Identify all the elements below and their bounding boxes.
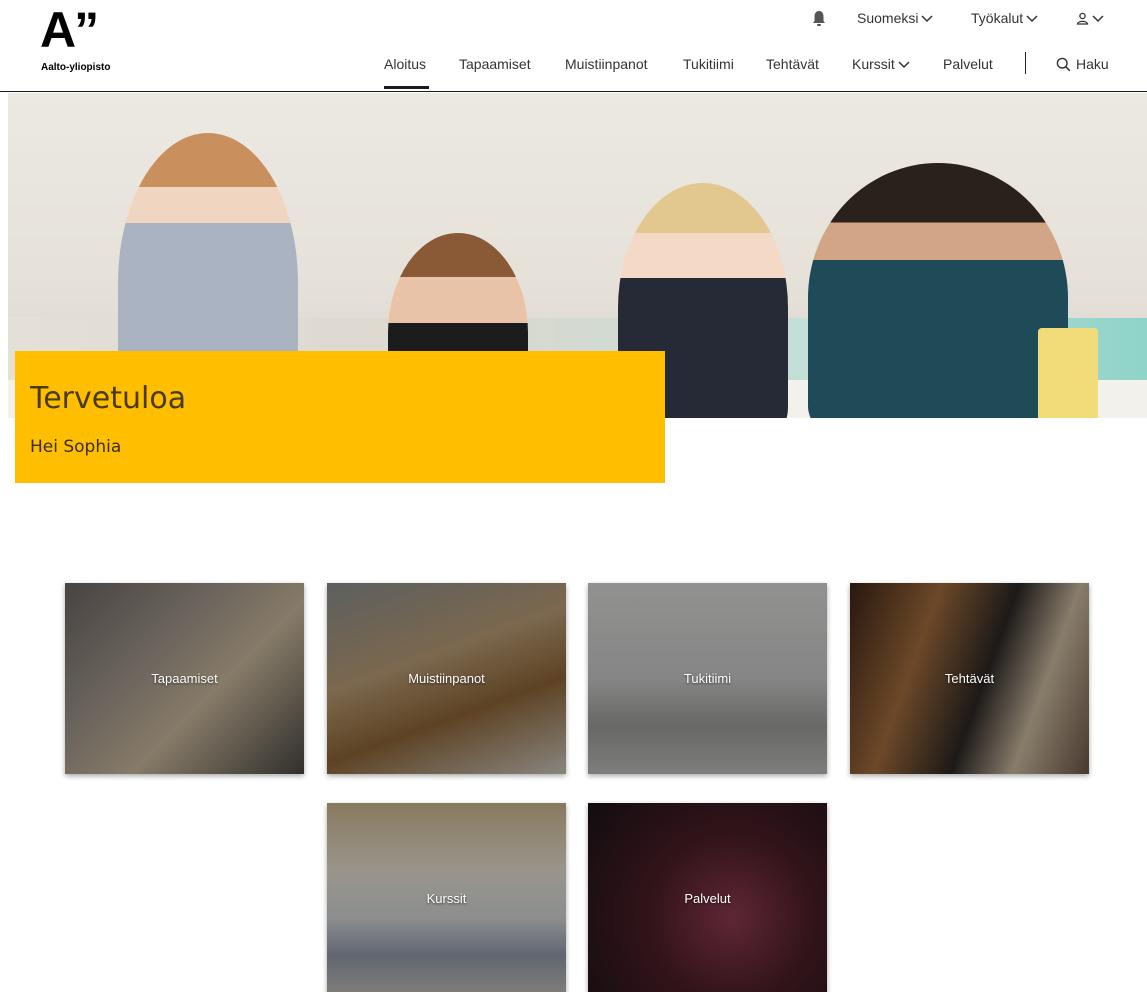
nav-label: Muistiinpanot bbox=[565, 56, 648, 72]
user-icon bbox=[1076, 12, 1089, 25]
tile-tehtavat[interactable]: Tehtävät bbox=[850, 583, 1089, 774]
nav-palvelut[interactable]: Palvelut bbox=[943, 54, 993, 74]
tile-label: Tapaamiset bbox=[151, 671, 218, 686]
chevron-down-icon bbox=[898, 61, 910, 69]
nav-label: Kurssit bbox=[852, 56, 895, 72]
welcome-title: Tervetuloa bbox=[30, 381, 187, 416]
tile-tapaamiset[interactable]: Tapaamiset bbox=[65, 583, 304, 774]
search-label: Haku bbox=[1076, 56, 1109, 72]
tile-tukitiimi[interactable]: Tukitiimi bbox=[588, 583, 827, 774]
user-menu[interactable] bbox=[1076, 8, 1104, 28]
tile-palvelut[interactable]: Palvelut bbox=[588, 803, 827, 992]
notifications-button[interactable] bbox=[810, 8, 830, 28]
nav-kurssit[interactable]: Kurssit bbox=[852, 54, 910, 74]
search-icon bbox=[1056, 57, 1071, 71]
tools-label: Työkalut bbox=[971, 10, 1024, 26]
tile-label: Tukitiimi bbox=[683, 671, 732, 686]
nav-divider bbox=[1025, 52, 1026, 74]
search-button[interactable]: Haku bbox=[1056, 54, 1109, 74]
tile-label: Palvelut bbox=[684, 891, 731, 906]
nav-tehtavat[interactable]: Tehtävät bbox=[766, 54, 819, 74]
active-nav-indicator bbox=[384, 86, 429, 89]
nav-tukitiimi[interactable]: Tukitiimi bbox=[683, 54, 734, 74]
tools-menu[interactable]: Työkalut bbox=[971, 8, 1038, 28]
chevron-down-icon bbox=[1092, 15, 1104, 23]
chevron-down-icon bbox=[1026, 15, 1038, 23]
bell-icon bbox=[813, 11, 825, 26]
tile-label: Kurssit bbox=[426, 891, 467, 906]
hero-person bbox=[808, 163, 1068, 418]
nav-aloitus[interactable]: Aloitus bbox=[384, 54, 426, 74]
welcome-greeting: Hei Sophia bbox=[30, 437, 122, 457]
welcome-banner: Tervetuloa Hei Sophia bbox=[15, 351, 665, 483]
tile-muistiinpanot[interactable]: Muistiinpanot bbox=[327, 583, 566, 774]
nav-label: Tukitiimi bbox=[683, 56, 734, 72]
nav-label: Tehtävät bbox=[766, 56, 819, 72]
chevron-down-icon bbox=[921, 15, 933, 23]
site-header: A” Aalto-yliopisto Suomeksi Työkalut Alo… bbox=[0, 0, 1147, 92]
nav-label: Aloitus bbox=[384, 56, 427, 72]
logo-text: Aalto-yliopisto bbox=[41, 62, 111, 73]
tile-label: Tehtävät bbox=[944, 671, 995, 686]
tile-label: Muistiinpanot bbox=[408, 671, 485, 686]
nav-tapaamiset[interactable]: Tapaamiset bbox=[459, 54, 531, 74]
language-menu[interactable]: Suomeksi bbox=[857, 8, 933, 28]
language-label: Suomeksi bbox=[857, 10, 919, 26]
tile-kurssit[interactable]: Kurssit bbox=[327, 803, 566, 992]
aalto-logo[interactable]: A” Aalto-yliopisto bbox=[40, 4, 130, 76]
nav-muistiinpanot[interactable]: Muistiinpanot bbox=[565, 54, 648, 74]
logo-mark: A” bbox=[40, 2, 99, 58]
nav-label: Palvelut bbox=[943, 56, 993, 72]
hero-chair bbox=[1038, 328, 1098, 418]
nav-label: Tapaamiset bbox=[459, 56, 531, 72]
